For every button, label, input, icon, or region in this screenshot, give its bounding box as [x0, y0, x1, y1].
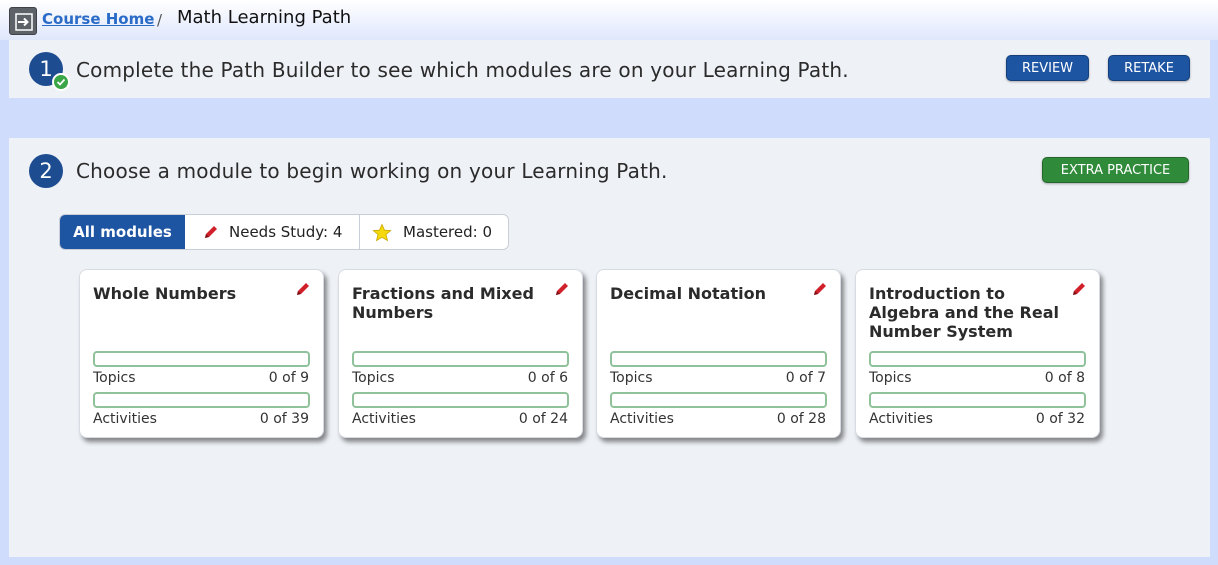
activities-count: 0 of 39	[259, 411, 309, 427]
topics-label: Topics	[610, 370, 653, 386]
topics-progress-bar	[869, 351, 1086, 367]
filter-mastered[interactable]: Mastered: 0	[360, 215, 508, 249]
topics-count: 0 of 6	[527, 370, 568, 386]
pencil-icon	[205, 226, 217, 238]
step-1-panel: 1 Complete the Path Builder to see which…	[9, 40, 1210, 98]
module-filter-group: All modules Needs Study: 4 Mastered: 0	[59, 214, 509, 250]
page-title: Math Learning Path	[177, 7, 352, 28]
module-title: Decimal Notation	[610, 284, 766, 303]
activities-progress-bar	[352, 392, 569, 408]
step-2-text: Choose a module to begin working on your…	[76, 159, 668, 183]
mastered-label: Mastered: 0	[403, 223, 493, 241]
activities-label: Activities	[869, 411, 933, 427]
module-card-decimal-notation[interactable]: Decimal Notation Topics 0 of 7 Activitie…	[596, 269, 841, 438]
activities-label: Activities	[352, 411, 416, 427]
check-icon	[52, 73, 70, 91]
course-home-link[interactable]: Course Home	[42, 10, 154, 28]
activities-progress-bar	[610, 392, 827, 408]
top-bar: Course Home / Math Learning Path	[0, 0, 1218, 40]
topics-progress-bar	[93, 351, 310, 367]
topics-count: 0 of 9	[268, 370, 309, 386]
topics-progress-bar	[610, 351, 827, 367]
module-card-intro-algebra[interactable]: Introduction to Algebra and the Real Num…	[855, 269, 1100, 438]
module-title: Fractions and Mixed Numbers	[352, 284, 534, 322]
filter-needs-study[interactable]: Needs Study: 4	[185, 215, 360, 249]
pencil-icon	[297, 283, 309, 295]
activities-label: Activities	[93, 411, 157, 427]
topics-label: Topics	[869, 370, 912, 386]
pencil-icon	[814, 283, 826, 295]
activities-progress-bar	[93, 392, 310, 408]
review-button[interactable]: REVIEW	[1006, 55, 1089, 81]
exit-arrow-icon[interactable]	[9, 7, 37, 35]
topics-label: Topics	[93, 370, 136, 386]
activities-label: Activities	[610, 411, 674, 427]
activities-count: 0 of 24	[518, 411, 568, 427]
extra-practice-button[interactable]: EXTRA PRACTICE	[1042, 157, 1189, 183]
module-card-fractions[interactable]: Fractions and Mixed Numbers Topics 0 of …	[338, 269, 583, 438]
star-icon	[372, 223, 392, 242]
breadcrumb-separator: /	[157, 11, 163, 29]
retake-button[interactable]: RETAKE	[1108, 55, 1190, 81]
needs-study-label: Needs Study: 4	[229, 223, 343, 241]
topics-progress-bar	[352, 351, 569, 367]
pencil-icon	[556, 283, 568, 295]
module-card-whole-numbers[interactable]: Whole Numbers Topics 0 of 9 Activities 0…	[79, 269, 324, 438]
pencil-icon	[1073, 283, 1085, 295]
module-title: Introduction to Algebra and the Real Num…	[869, 284, 1059, 341]
module-title: Whole Numbers	[93, 284, 237, 303]
step-1-text: Complete the Path Builder to see which m…	[76, 58, 849, 82]
topics-count: 0 of 7	[785, 370, 826, 386]
topics-count: 0 of 8	[1044, 370, 1085, 386]
activities-count: 0 of 32	[1035, 411, 1085, 427]
activities-count: 0 of 28	[776, 411, 826, 427]
filter-all-modules[interactable]: All modules	[60, 215, 185, 249]
step-2-number: 2	[29, 154, 63, 188]
topics-label: Topics	[352, 370, 395, 386]
activities-progress-bar	[869, 392, 1086, 408]
